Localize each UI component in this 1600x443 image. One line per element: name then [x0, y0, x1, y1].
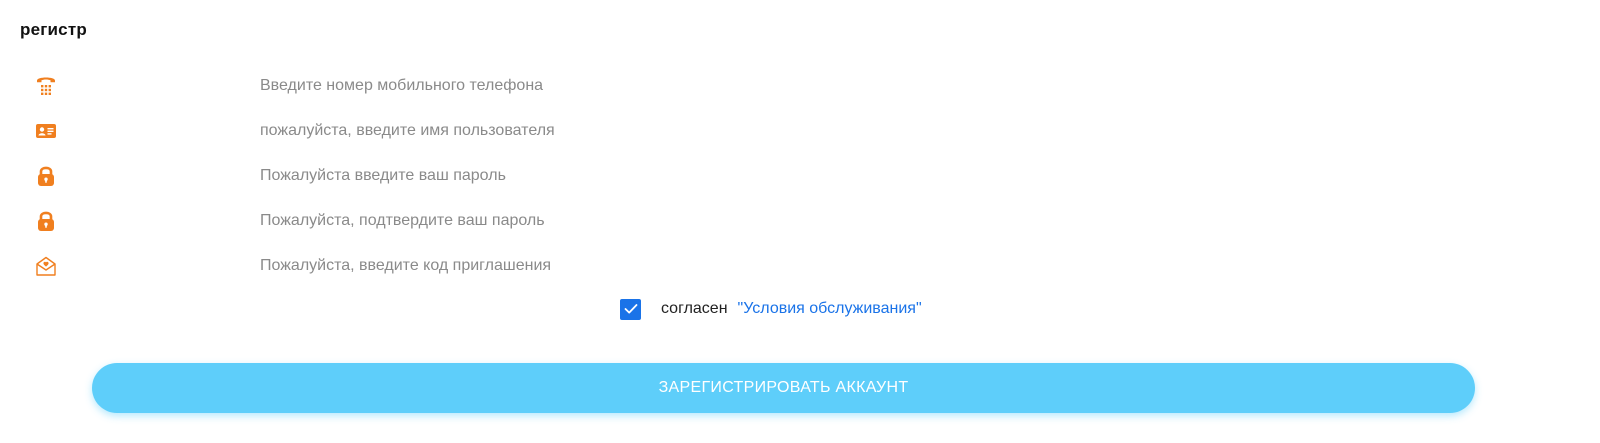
confirm-password-row	[0, 201, 1600, 241]
page-title: регистр	[20, 20, 87, 39]
terms-of-service-link[interactable]: "Условия обслуживания"	[738, 300, 922, 318]
username-row	[0, 111, 1600, 151]
phone-keypad-icon	[34, 74, 58, 98]
register-account-button[interactable]: ЗАРЕГИСТРИРОВАТЬ АККАУНТ	[92, 363, 1475, 413]
confirm-password-input[interactable]	[260, 207, 1560, 235]
password-input[interactable]	[260, 162, 1560, 190]
lock-icon	[34, 164, 58, 188]
phone-row	[0, 66, 1600, 106]
invite-code-row	[0, 246, 1600, 286]
agree-checkbox[interactable]	[620, 298, 641, 320]
invite-envelope-icon	[34, 254, 58, 278]
invite-code-input[interactable]	[260, 252, 1560, 280]
id-card-icon	[34, 119, 58, 143]
checkmark-icon	[624, 304, 637, 314]
phone-input[interactable]	[260, 72, 1560, 100]
username-input[interactable]	[260, 117, 1560, 145]
agree-label: согласен	[661, 300, 728, 317]
lock-icon	[34, 209, 58, 233]
agreement-row: согласен "Условия обслуживания"	[620, 297, 922, 321]
password-row	[0, 156, 1600, 196]
